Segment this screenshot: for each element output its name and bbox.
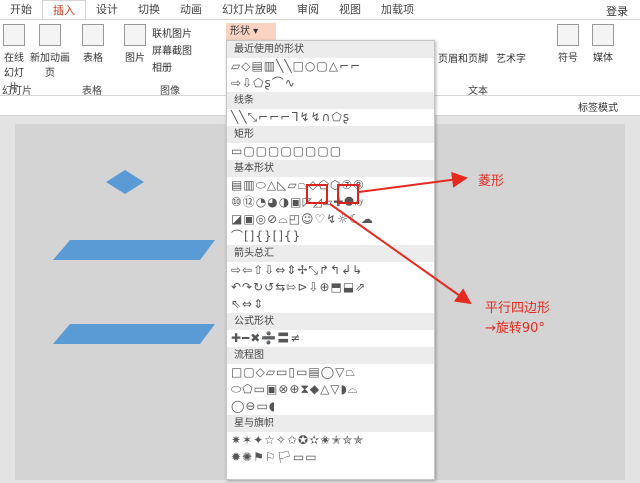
- annotation-rotate: →旋转90°: [485, 321, 545, 336]
- annotation-arrows: [329, 171, 472, 305]
- annotation-parallelogram: 平行四边形: [485, 301, 551, 316]
- annotation-diamond: 菱形: [478, 174, 505, 189]
